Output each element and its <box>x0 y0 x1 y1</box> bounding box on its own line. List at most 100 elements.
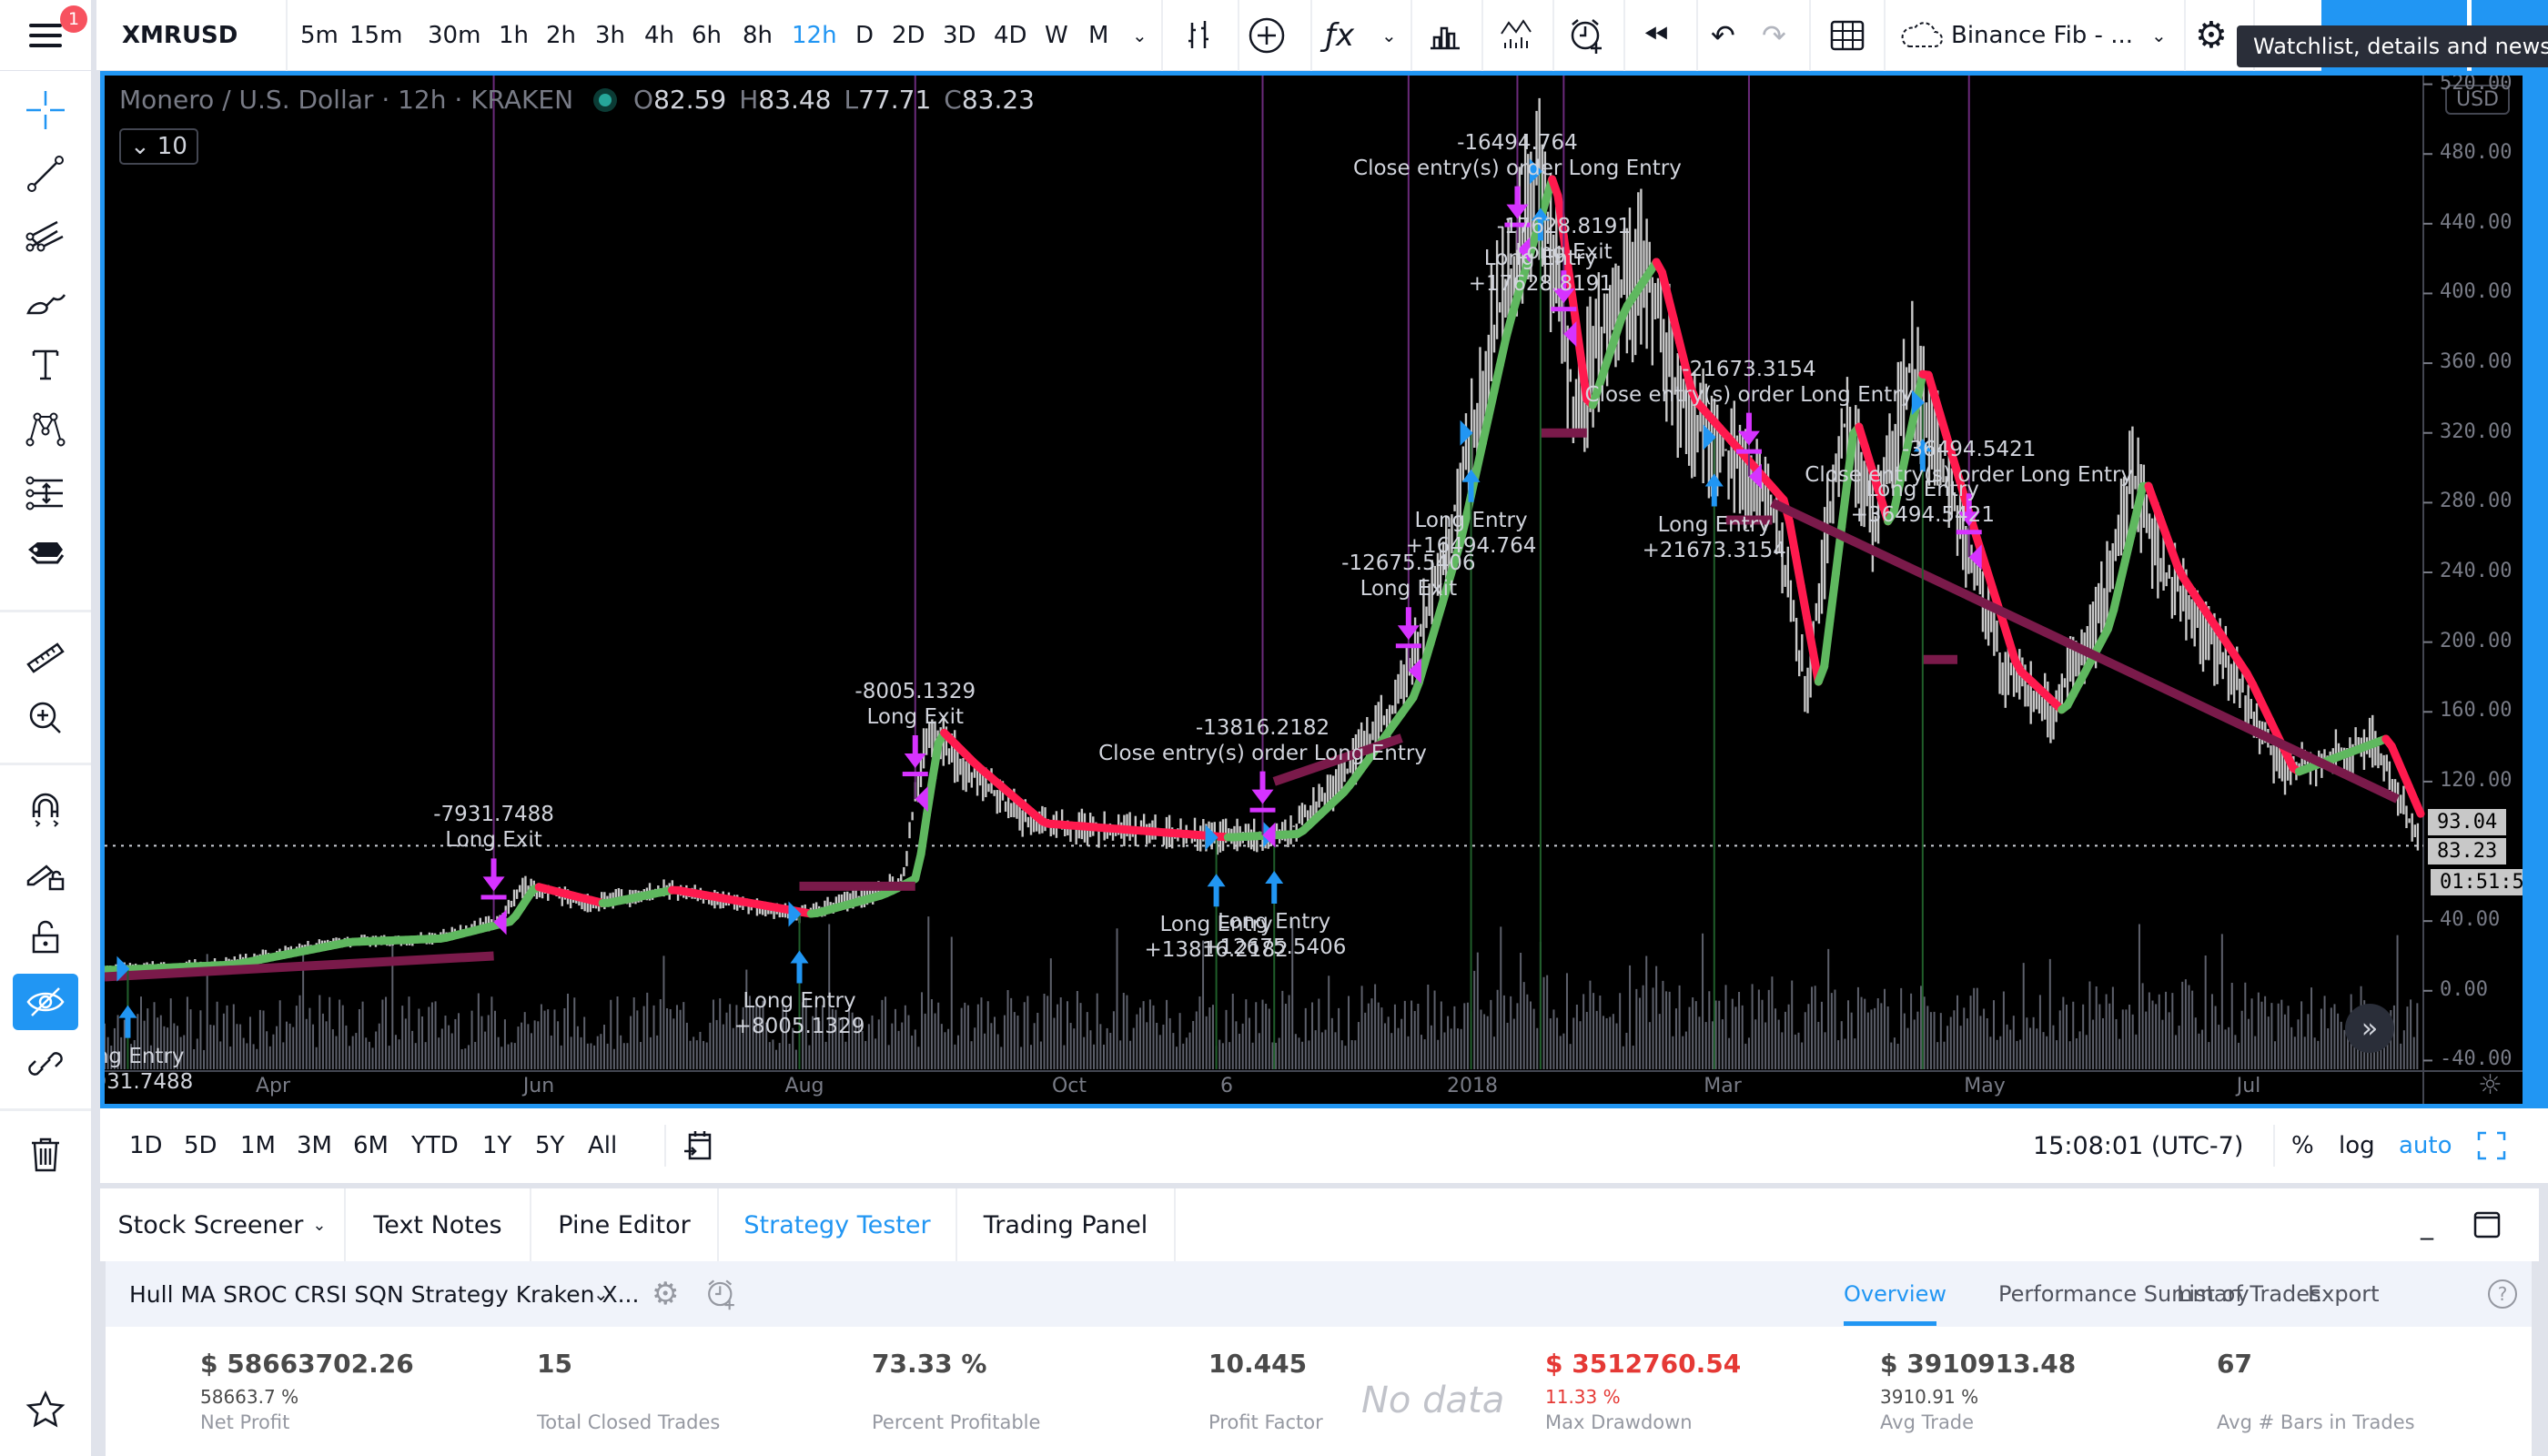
maximize-panel-button[interactable] <box>2472 1188 2502 1261</box>
alarm-clock-icon <box>1571 19 1602 54</box>
trade-label: Close entry(s) order Long Entry <box>1098 741 1427 765</box>
redo-button[interactable]: ↷ <box>1762 0 1786 71</box>
interval-15m[interactable]: 15m <box>349 0 402 71</box>
strategy-dropdown-chevron-icon[interactable]: ⌄ <box>593 1261 609 1327</box>
interval-12h[interactable]: 12h <box>792 0 837 71</box>
financials-button[interactable] <box>1427 0 1463 71</box>
interval-5m[interactable]: 5m <box>300 0 339 71</box>
help-button[interactable]: ? <box>2486 1261 2519 1327</box>
divider <box>0 1108 91 1111</box>
subtab-list-of-trades[interactable]: List of Trades <box>2177 1261 2321 1327</box>
measure-tool[interactable] <box>13 626 78 682</box>
undo-icon: ↶ <box>1711 18 1735 53</box>
icon-tool[interactable] <box>13 528 78 584</box>
bar-style-button[interactable] <box>1181 0 1218 71</box>
templates-button[interactable] <box>1498 0 1534 71</box>
tab-trading-panel[interactable]: Trading Panel <box>957 1188 1176 1261</box>
interval-6h[interactable]: 6h <box>692 0 722 71</box>
interval-8h[interactable]: 8h <box>743 0 773 71</box>
interval-w[interactable]: W <box>1045 0 1068 71</box>
rewind-icon: ⏪︎ <box>1643 17 1669 54</box>
trade-value: -21673.3154 <box>1682 357 1816 381</box>
lock-drawings-button[interactable] <box>13 908 78 965</box>
remove-drawings-button[interactable] <box>13 1127 78 1183</box>
exit-label: -36494.5421 Close entry(s) order Long Ent… <box>1805 437 2133 488</box>
layout-dropdown-chevron-icon[interactable]: ⌄ <box>2151 0 2167 71</box>
save-layout-button[interactable]: Binance Fib - ... <box>1898 0 2133 71</box>
interval-4h[interactable]: 4h <box>644 0 674 71</box>
tab-stock-screener[interactable]: Stock Screener ⌄ <box>100 1188 346 1261</box>
indicators-button[interactable]: ƒx <box>1325 0 1354 71</box>
range-1d[interactable]: 1D <box>129 1108 163 1183</box>
indicators-collapse-toggle[interactable]: ⌄ 10 <box>119 128 198 165</box>
subtab-export[interactable]: Export <box>2308 1261 2380 1327</box>
auto-scale-toggle[interactable]: auto <box>2399 1108 2452 1183</box>
xabcd-pattern-icon <box>25 412 66 447</box>
strategy-settings-button[interactable]: ⚙ <box>652 1261 679 1327</box>
create-alert-button[interactable] <box>1567 0 1607 71</box>
interval-m[interactable]: M <box>1088 0 1108 71</box>
undo-button[interactable]: ↶ <box>1711 0 1735 71</box>
trade-label: Close entry(s) order Long Entry <box>1584 382 1914 407</box>
minimize-panel-button[interactable]: _ <box>2421 1188 2433 1261</box>
interval-2h[interactable]: 2h <box>546 0 576 71</box>
favorites-button[interactable] <box>13 1381 78 1438</box>
compare-add-symbol-button[interactable] <box>1247 0 1287 71</box>
prediction-tool[interactable] <box>13 464 78 521</box>
interval-d[interactable]: D <box>855 0 874 71</box>
axis-settings-icon[interactable]: ☼ <box>2478 1069 2502 1101</box>
sync-drawings-button[interactable] <box>13 1036 78 1092</box>
subtab-overview[interactable]: Overview <box>1844 1261 1946 1327</box>
tab-strategy-tester[interactable]: Strategy Tester <box>719 1188 957 1261</box>
scroll-to-realtime-button[interactable]: » <box>2345 1004 2394 1053</box>
main-menu-button[interactable]: 1 <box>0 0 96 71</box>
brush-tool[interactable] <box>13 273 78 329</box>
percent-scale-toggle[interactable]: % <box>2291 1108 2314 1183</box>
text-tool[interactable] <box>13 337 78 393</box>
range-5d[interactable]: 5D <box>184 1108 217 1183</box>
interval-dropdown-chevron-icon[interactable]: ⌄ <box>1132 0 1148 71</box>
range-3m[interactable]: 3M <box>297 1108 332 1183</box>
range-5y[interactable]: 5Y <box>535 1108 564 1183</box>
tab-text-notes[interactable]: Text Notes <box>346 1188 531 1261</box>
symbol-description: Monero / U.S. Dollar · 12h · KRAKEN <box>119 85 574 115</box>
interval-3d[interactable]: 3D <box>943 0 976 71</box>
pattern-tool[interactable] <box>13 400 78 457</box>
strategy-alert-button[interactable] <box>704 1261 739 1327</box>
chart-pane[interactable]: Monero / U.S. Dollar · 12h · KRAKEN O 82.… <box>100 71 2548 1108</box>
range-6m[interactable]: 6M <box>353 1108 389 1183</box>
range-ytd[interactable]: YTD <box>411 1108 459 1183</box>
indicators-dropdown-chevron-icon[interactable]: ⌄ <box>1381 0 1397 71</box>
interval-30m[interactable]: 30m <box>428 0 480 71</box>
zoom-in-tool[interactable] <box>13 690 78 746</box>
symbol-search-button[interactable]: XMRUSD <box>122 0 238 71</box>
hide-drawings-button[interactable] <box>13 974 78 1030</box>
double-chevron-right-icon: » <box>2361 1012 2379 1045</box>
chart-settings-button[interactable]: ⚙ <box>2195 0 2228 71</box>
trend-line-tool[interactable] <box>13 146 78 202</box>
layout-grid-button[interactable] <box>1829 0 1866 71</box>
range-all[interactable]: All <box>588 1108 617 1183</box>
magnet-mode-button[interactable] <box>13 781 78 837</box>
strategy-selector[interactable]: Hull MA SROC CRSI SQN Strategy Kraken X.… <box>129 1261 639 1327</box>
interval-2d[interactable]: 2D <box>892 0 925 71</box>
replay-button[interactable]: ⏪︎ <box>1643 0 1668 71</box>
interval-1h[interactable]: 1h <box>499 0 529 71</box>
go-to-date-button[interactable] <box>681 1108 717 1183</box>
hull-ma-segment <box>1825 569 1840 624</box>
range-1m[interactable]: 1M <box>240 1108 276 1183</box>
fullscreen-button[interactable] <box>2475 1108 2508 1183</box>
crosshair-tool[interactable] <box>13 82 78 138</box>
stay-in-drawing-mode-button[interactable] <box>13 844 78 901</box>
open-value: 82.59 <box>653 85 727 115</box>
trade-label: Long Entry <box>743 989 856 1014</box>
interval-3h[interactable]: 3h <box>595 0 625 71</box>
tab-label: Stock Screener <box>117 1210 304 1239</box>
clock-timezone[interactable]: 15:08:01 (UTC-7) <box>2033 1108 2243 1183</box>
tab-pine-editor[interactable]: Pine Editor <box>531 1188 719 1261</box>
pitchfork-tool[interactable] <box>13 209 78 266</box>
range-1y[interactable]: 1Y <box>482 1108 511 1183</box>
log-scale-toggle[interactable]: log <box>2339 1108 2375 1183</box>
entry-arrow <box>1207 874 1226 907</box>
interval-4d[interactable]: 4D <box>994 0 1027 71</box>
